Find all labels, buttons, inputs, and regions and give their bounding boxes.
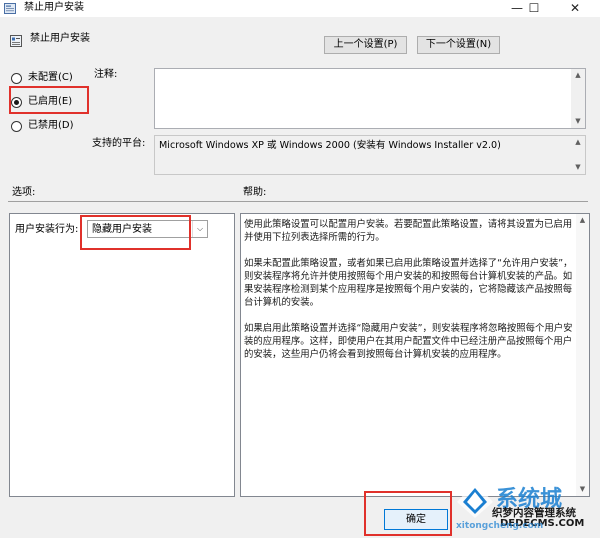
- help-paragraph: 如果启用此策略设置并选择“隐藏用户安装”，则安装程序将忽略按照每个用户安装的应用…: [244, 323, 573, 360]
- next-setting-button[interactable]: 下一个设置(N): [417, 36, 500, 54]
- options-heading: 选项:: [12, 187, 36, 198]
- policy-setting-icon: [4, 3, 16, 14]
- policy-icon: [10, 35, 22, 47]
- title-bar[interactable]: 禁止用户安装 — ☐ ✕: [0, 0, 600, 17]
- watermark-line-3: xitongcheng.com: [456, 521, 544, 531]
- radio-disabled[interactable]: 已禁用(D): [11, 119, 74, 133]
- options-pane: [9, 213, 235, 497]
- maximize-button[interactable]: ☐: [517, 0, 551, 17]
- section-separator: [8, 201, 588, 202]
- radio-not-configured-circle[interactable]: [11, 72, 22, 84]
- comment-textbox[interactable]: ▲ ▼: [154, 68, 586, 129]
- scroll-up-icon[interactable]: ▲: [571, 136, 585, 149]
- chevron-down-icon[interactable]: ⌵: [192, 221, 207, 237]
- supported-on-value: Microsoft Windows XP 或 Windows 2000 (安装有…: [159, 140, 501, 151]
- dropdown-selected-value: 隐藏用户安装: [92, 224, 152, 235]
- radio-enabled-label: 已启用(E): [28, 96, 73, 107]
- comment-label: 注释:: [94, 69, 118, 80]
- scroll-down-icon[interactable]: ▼: [576, 483, 589, 496]
- watermark-logo: [457, 482, 493, 518]
- help-paragraph: 使用此策略设置可以配置用户安装。若要配置此策略设置，请将其设置为已启用并使用下拉…: [244, 219, 573, 243]
- help-paragraph: 如果未配置此策略设置，或者如果已启用此策略设置并选择了“允许用户安装”，则安装程…: [244, 258, 573, 308]
- policy-title: 禁止用户安装: [30, 33, 90, 44]
- radio-disabled-label: 已禁用(D): [28, 120, 74, 131]
- scroll-up-icon[interactable]: ▲: [571, 69, 585, 82]
- comment-scrollbar[interactable]: ▲ ▼: [571, 69, 585, 128]
- help-scrollbar[interactable]: ▲ ▼: [576, 214, 589, 496]
- ok-button[interactable]: 确定: [384, 509, 448, 530]
- help-heading: 帮助:: [243, 187, 267, 198]
- close-button[interactable]: ✕: [558, 0, 592, 17]
- radio-disabled-circle[interactable]: [11, 120, 22, 132]
- supported-scrollbar[interactable]: ▲ ▼: [571, 136, 585, 174]
- user-install-behavior-dropdown[interactable]: 隐藏用户安装 ⌵: [87, 220, 208, 238]
- radio-not-configured[interactable]: 未配置(C): [11, 71, 73, 85]
- scroll-up-icon[interactable]: ▲: [576, 214, 589, 227]
- radio-enabled[interactable]: 已启用(E): [11, 95, 72, 109]
- user-install-behavior-label: 用户安装行为:: [15, 224, 79, 235]
- help-text: 使用此策略设置可以配置用户安装。若要配置此策略设置，请将其设置为已启用并使用下拉…: [244, 218, 574, 374]
- radio-not-configured-label: 未配置(C): [28, 72, 73, 83]
- scroll-down-icon[interactable]: ▼: [571, 161, 585, 174]
- previous-setting-button[interactable]: 上一个设置(P): [324, 36, 407, 54]
- supported-on-textbox: Microsoft Windows XP 或 Windows 2000 (安装有…: [154, 135, 586, 175]
- radio-enabled-circle[interactable]: [11, 96, 22, 108]
- window-title: 禁止用户安装: [24, 2, 84, 13]
- scroll-down-icon[interactable]: ▼: [571, 115, 585, 128]
- supported-on-label: 支持的平台:: [92, 138, 146, 149]
